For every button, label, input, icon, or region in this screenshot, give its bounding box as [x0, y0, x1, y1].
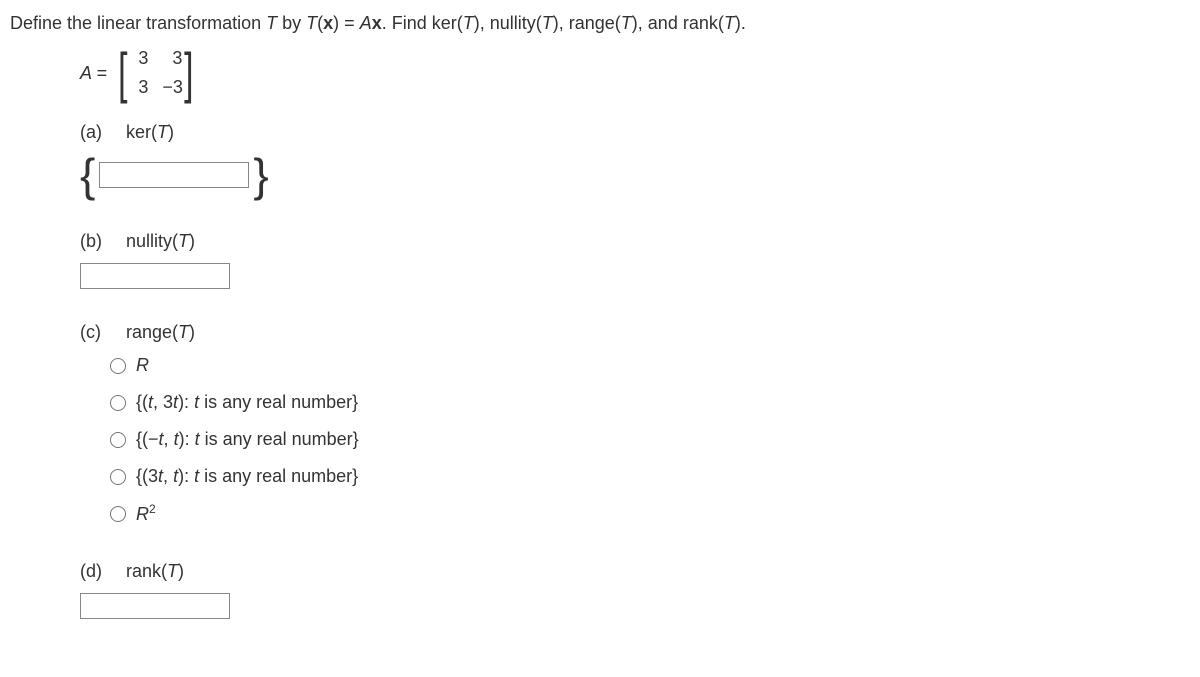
right-brace-icon: }: [253, 152, 268, 198]
part-a: (a) ker(T) { }: [80, 119, 1190, 198]
ker-input[interactable]: [99, 162, 249, 188]
radio-input[interactable]: [110, 395, 126, 411]
option-t-3t[interactable]: {(t, 3t): t is any real number}: [110, 389, 1190, 416]
matrix-lhs: A =: [80, 60, 107, 87]
matrix-equation: A = [ 3 3 3 −3 ]: [80, 45, 1190, 101]
part-c-label: range(T): [126, 319, 195, 346]
matrix-cell: 3: [162, 45, 182, 72]
matrix-cell: −3: [162, 74, 183, 101]
nullity-input[interactable]: [80, 263, 230, 289]
radio-input[interactable]: [110, 506, 126, 522]
matrix-cell: 3: [128, 45, 148, 72]
part-letter-b: (b): [80, 228, 108, 255]
option-3t-t[interactable]: {(3t, t): t is any real number}: [110, 463, 1190, 490]
part-letter-a: (a): [80, 119, 108, 146]
question-prompt: Define the linear transformation T by T(…: [10, 10, 1190, 37]
matrix-body: 3 3 3 −3: [128, 45, 183, 101]
option-R2[interactable]: R2: [110, 500, 1190, 528]
part-b: (b) nullity(T): [80, 228, 1190, 289]
left-brace-icon: {: [80, 152, 95, 198]
matrix-cell: 3: [128, 74, 148, 101]
ker-input-row: { }: [80, 152, 1190, 198]
part-a-label: ker(T): [126, 119, 174, 146]
left-bracket: [: [118, 45, 127, 101]
part-d: (d) rank(T): [80, 558, 1190, 619]
part-letter-d: (d): [80, 558, 108, 585]
part-c: (c) range(T) R {(t, 3t): t is any real n…: [80, 319, 1190, 528]
radio-input[interactable]: [110, 469, 126, 485]
radio-input[interactable]: [110, 358, 126, 374]
rank-input[interactable]: [80, 593, 230, 619]
part-letter-c: (c): [80, 319, 108, 346]
option-neg-t-t[interactable]: {(−t, t): t is any real number}: [110, 426, 1190, 453]
option-R[interactable]: R: [110, 352, 1190, 379]
part-d-label: rank(T): [126, 558, 184, 585]
range-options: R {(t, 3t): t is any real number} {(−t, …: [110, 352, 1190, 528]
radio-input[interactable]: [110, 432, 126, 448]
part-b-label: nullity(T): [126, 228, 195, 255]
right-bracket: ]: [184, 45, 193, 101]
